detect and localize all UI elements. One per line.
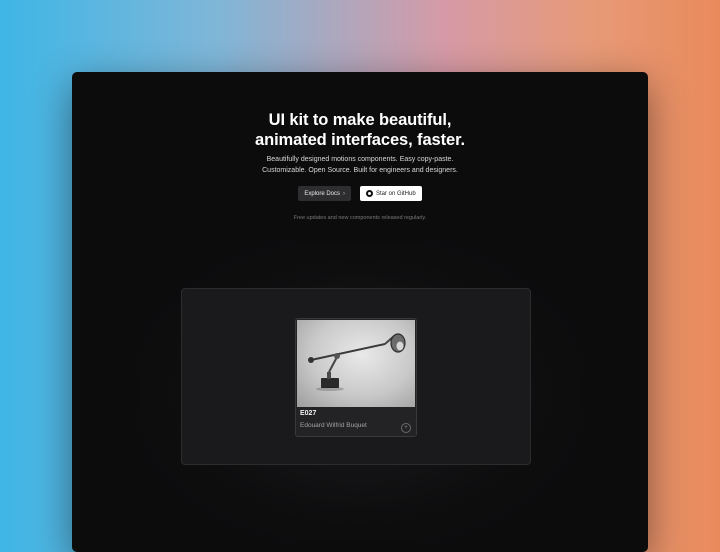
- plus-icon[interactable]: +: [401, 423, 411, 433]
- subtitle: Beautifully designed motions components.…: [72, 154, 648, 176]
- desk-lamp-image: [297, 320, 415, 407]
- release-note: Free updates and new components released…: [293, 215, 427, 221]
- github-icon: [366, 190, 373, 197]
- explore-docs-button[interactable]: Explore Docs ›: [298, 186, 351, 201]
- cta-buttons: Explore Docs › Star on GitHub: [72, 186, 648, 201]
- explore-docs-label: Explore Docs: [304, 190, 340, 197]
- star-on-github-button[interactable]: Star on GitHub: [360, 186, 422, 201]
- app-window: UI kit to make beautiful, animated inter…: [72, 72, 648, 552]
- headline-line-1: UI kit to make beautiful,: [268, 111, 452, 129]
- component-preview-panel: E027 Edouard Wilfrid Buquet +: [181, 288, 531, 465]
- subtitle-line-1: Beautifully designed motions components.…: [266, 156, 454, 163]
- headline: UI kit to make beautiful, animated inter…: [72, 110, 648, 150]
- subtitle-line-2: Customizable. Open Source. Built for eng…: [262, 167, 458, 174]
- product-code: E027: [300, 410, 317, 417]
- hero-section: UI kit to make beautiful, animated inter…: [72, 110, 648, 221]
- product-card[interactable]: E027 Edouard Wilfrid Buquet +: [295, 318, 417, 437]
- arrow-right-icon: ›: [343, 190, 345, 197]
- headline-line-2: animated interfaces, faster.: [255, 131, 465, 149]
- star-on-github-label: Star on GitHub: [376, 190, 416, 197]
- product-name: Edouard Wilfrid Buquet: [300, 422, 367, 429]
